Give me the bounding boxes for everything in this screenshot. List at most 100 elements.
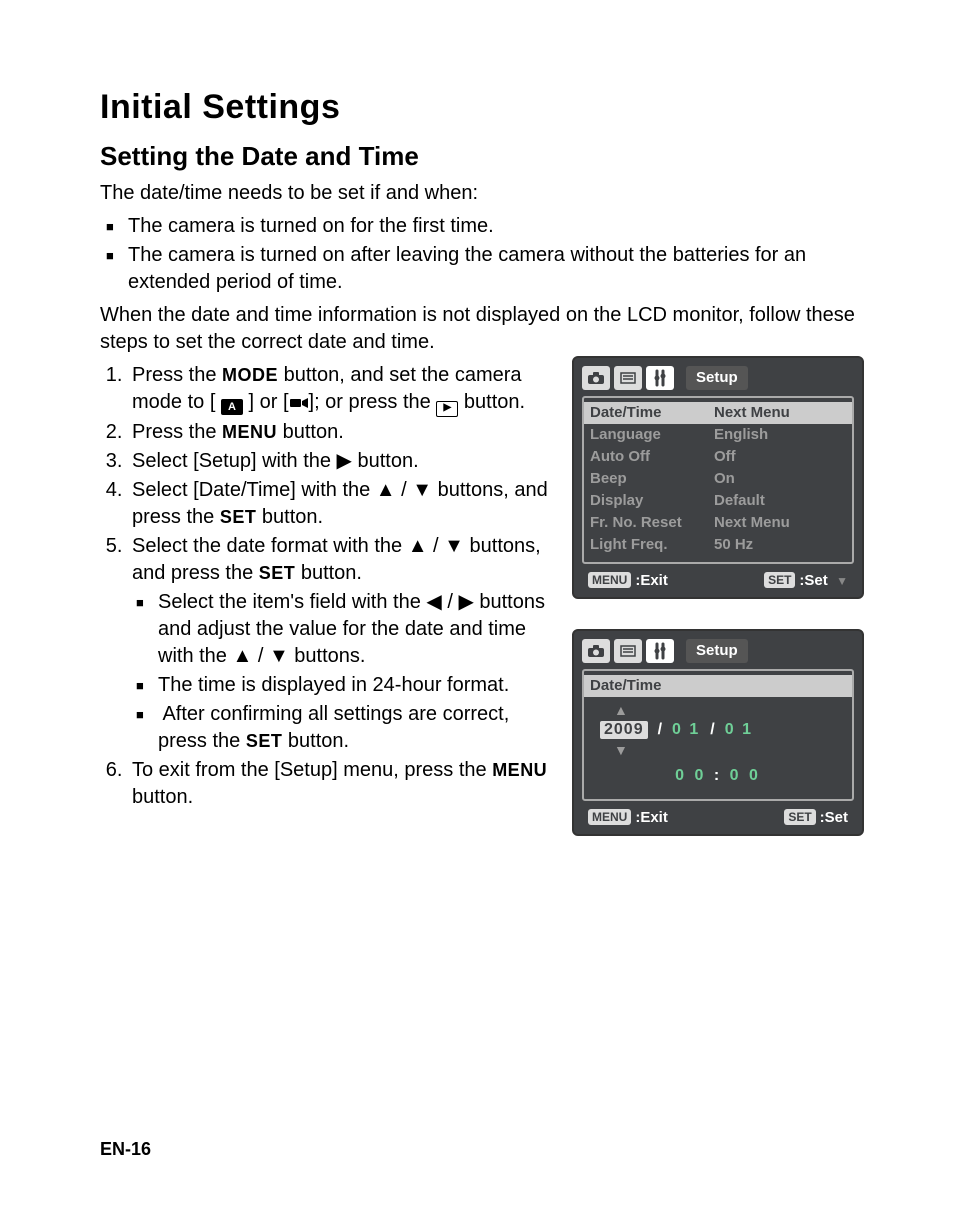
set-button-icon: SET bbox=[764, 572, 795, 588]
lcd-datetime-content: Date/Time ▲ 2009 / 0 1 / 0 1 ▼ bbox=[582, 669, 854, 801]
lcd-date-time: Setup Date/Time ▲ 2009 / 0 1 / 0 1 bbox=[572, 629, 864, 836]
section-title: Setting the Date and Time bbox=[100, 141, 864, 172]
menu-row: Language English bbox=[584, 424, 852, 446]
step-3: Select [Setup] with the ▶ button. bbox=[128, 448, 548, 475]
menu-label: MENU bbox=[492, 760, 547, 780]
menu-key: Date/Time bbox=[590, 402, 714, 424]
menu-key: Fr. No. Reset bbox=[590, 512, 714, 534]
list-tab-icon bbox=[614, 366, 642, 390]
text: Press the bbox=[132, 364, 222, 386]
menu-value: Off bbox=[714, 446, 846, 468]
list-item: The camera is turned on for the first ti… bbox=[128, 213, 864, 240]
menu-key: Date/Time bbox=[590, 675, 714, 697]
steps-list: Press the MODE button, and set the camer… bbox=[100, 362, 548, 811]
menu-value: 50 Hz bbox=[714, 534, 846, 556]
auto-mode-icon: A bbox=[221, 399, 243, 415]
set-action-label: :Set bbox=[820, 809, 848, 826]
step-1: Press the MODE button, and set the camer… bbox=[128, 362, 548, 417]
menu-value: English bbox=[714, 424, 846, 446]
lcd-tab-label: Setup bbox=[686, 366, 748, 390]
lcd-footer: MENU:Exit SET :Set bbox=[582, 805, 854, 826]
camera-tab-icon bbox=[582, 366, 610, 390]
lcd-menu-content: Date/Time Next Menu Language English Aut… bbox=[582, 396, 854, 564]
list-item: The time is displayed in 24-hour format. bbox=[158, 672, 548, 699]
minute-value: 0 0 bbox=[730, 767, 761, 784]
down-arrow-icon: ▼ bbox=[836, 574, 848, 588]
lcd-tabbar: Setup bbox=[582, 364, 854, 392]
menu-key: Language bbox=[590, 424, 714, 446]
camera-tab-icon bbox=[582, 639, 610, 663]
list-item: Select the item's field with the ◀ / ▶ b… bbox=[158, 589, 548, 670]
video-mode-icon bbox=[289, 396, 309, 410]
intro-text: The date/time needs to be set if and whe… bbox=[100, 180, 864, 207]
lcd-footer: MENU:Exit SET:Set ▼ bbox=[582, 568, 854, 589]
menu-row: Display Default bbox=[584, 490, 852, 512]
menu-value: Default bbox=[714, 490, 846, 512]
intro-bullets: The camera is turned on for the first ti… bbox=[100, 213, 864, 296]
menu-label: MENU bbox=[222, 422, 277, 442]
text: button. bbox=[132, 786, 193, 808]
menu-value: On bbox=[714, 468, 846, 490]
down-arrow-icon: ▼ bbox=[594, 743, 842, 757]
lcd-setup-menu: Setup Date/Time Next Menu Language Engli… bbox=[572, 356, 864, 599]
menu-row-selected: Date/Time Next Menu bbox=[584, 402, 852, 424]
separator: / bbox=[658, 721, 662, 739]
menu-key: Display bbox=[590, 490, 714, 512]
text: ] or [ bbox=[243, 391, 289, 413]
lcd-tabbar: Setup bbox=[582, 637, 854, 665]
set-action-label: :Set bbox=[799, 572, 827, 589]
menu-button-icon: MENU bbox=[588, 572, 631, 588]
date-line: 2009 / 0 1 / 0 1 bbox=[594, 721, 842, 739]
step-4: Select [Date/Time] with the ▲ / ▼ button… bbox=[128, 477, 548, 531]
separator: / bbox=[710, 721, 714, 739]
set-label: SET bbox=[246, 731, 283, 751]
menu-value: Next Menu bbox=[714, 512, 846, 534]
step-2: Press the MENU button. bbox=[128, 419, 548, 446]
page-number: EN-16 bbox=[100, 1139, 151, 1160]
list-item: After confirming all settings are correc… bbox=[158, 701, 548, 755]
list-item: The camera is turned on after leaving th… bbox=[128, 242, 864, 296]
text: button. bbox=[295, 562, 362, 584]
mode-label: MODE bbox=[222, 365, 278, 385]
hour-value: 0 0 bbox=[675, 767, 706, 784]
menu-key: Light Freq. bbox=[590, 534, 714, 556]
month-value: 0 1 bbox=[672, 721, 700, 739]
menu-button-icon: MENU bbox=[588, 809, 631, 825]
menu-key: Beep bbox=[590, 468, 714, 490]
set-label: SET bbox=[259, 563, 296, 583]
page-title: Initial Settings bbox=[100, 88, 864, 127]
menu-key: Auto Off bbox=[590, 446, 714, 468]
time-line: 0 0 : 0 0 bbox=[594, 767, 842, 785]
list-tab-icon bbox=[614, 639, 642, 663]
menu-row: Fr. No. Reset Next Menu bbox=[584, 512, 852, 534]
date-time-area: ▲ 2009 / 0 1 / 0 1 ▼ 0 0 : 0 0 bbox=[584, 697, 852, 793]
lcd-tab-label: Setup bbox=[686, 639, 748, 663]
up-arrow-icon: ▲ bbox=[594, 703, 842, 717]
menu-value: Next Menu bbox=[714, 402, 846, 424]
text: ]; or press the bbox=[309, 391, 437, 413]
menu-row: Beep On bbox=[584, 468, 852, 490]
text: Select [Date/Time] with the ▲ / ▼ button… bbox=[132, 479, 548, 528]
exit-label: :Exit bbox=[635, 572, 668, 589]
text: Press the bbox=[132, 421, 222, 443]
set-label: SET bbox=[220, 507, 257, 527]
intro-text-2: When the date and time information is no… bbox=[100, 302, 864, 356]
setup-tab-icon bbox=[646, 639, 674, 663]
set-button-icon: SET bbox=[784, 809, 815, 825]
text: button. bbox=[277, 421, 344, 443]
day-value: 0 1 bbox=[725, 721, 753, 739]
step-6: To exit from the [Setup] menu, press the… bbox=[128, 757, 548, 811]
exit-label: :Exit bbox=[635, 809, 668, 826]
step-5: Select the date format with the ▲ / ▼ bu… bbox=[128, 533, 548, 755]
menu-row: Auto Off Off bbox=[584, 446, 852, 468]
menu-row: Light Freq. 50 Hz bbox=[584, 534, 852, 556]
year-value: 2009 bbox=[600, 721, 648, 739]
menu-row-selected: Date/Time bbox=[584, 675, 852, 697]
setup-tab-icon bbox=[646, 366, 674, 390]
text: To exit from the [Setup] menu, press the bbox=[132, 759, 492, 781]
text: button. bbox=[282, 730, 349, 752]
step-5-sublist: Select the item's field with the ◀ / ▶ b… bbox=[132, 589, 548, 755]
text: button. bbox=[458, 391, 525, 413]
playback-icon: ▶ bbox=[436, 401, 458, 417]
text: button. bbox=[256, 506, 323, 528]
